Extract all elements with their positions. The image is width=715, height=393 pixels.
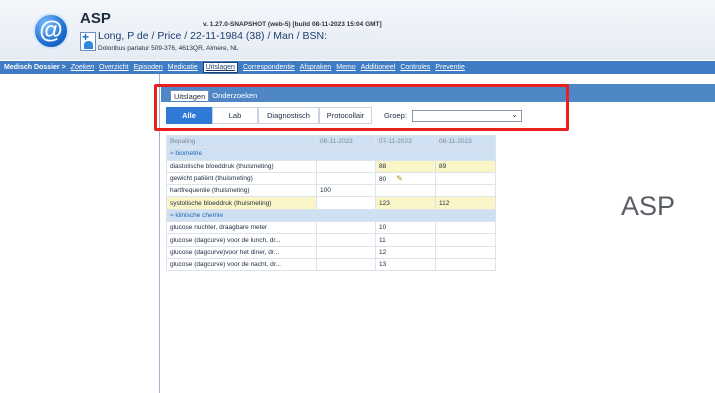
table-row[interactable]: glucose (dagcurve) voor de nacht, dr... … xyxy=(166,257,496,272)
row-value-2: 80 xyxy=(379,176,387,184)
nav-afspraken[interactable]: Afspraken xyxy=(300,64,332,71)
row-name: diastolische bloeddruk (thuismeting) xyxy=(166,159,317,173)
table-row[interactable]: glucose nuchter, draagbare meter 10 xyxy=(166,221,496,235)
nav-preventie[interactable]: Preventie xyxy=(435,64,465,71)
app-title: ASP xyxy=(80,10,111,27)
group-title[interactable]: ≈ biometrie xyxy=(166,147,496,161)
row-name: glucose (dagcurve) voor de nacht, dr... xyxy=(166,257,317,272)
group-title[interactable]: ≈ klinische chemie xyxy=(166,208,496,223)
row-value-2: 123 xyxy=(375,196,436,210)
row-value-2: 10 xyxy=(375,221,436,235)
row-value-1 xyxy=(316,159,376,173)
row-name: systolische bloeddruk (thuismeting) xyxy=(166,196,317,210)
at-sign-logo-icon: @ xyxy=(33,13,69,49)
row-value-1 xyxy=(316,245,376,259)
bsn-value: onbekend xyxy=(329,30,377,42)
nav-overzicht[interactable]: Overzicht xyxy=(99,64,129,71)
patient-line: Long, P de / Price / 22-11-1984 (38) / M… xyxy=(98,30,376,42)
nav-controles[interactable]: Controles xyxy=(400,64,430,71)
table-row[interactable]: diastolische bloeddruk (thuismeting) 88 … xyxy=(166,159,496,173)
row-value-2-cell: 80 ✎ xyxy=(375,171,436,186)
nav-memo[interactable]: Memo xyxy=(336,64,355,71)
group-row-klinische-chemie[interactable]: ≈ klinische chemie xyxy=(166,208,496,223)
nav-medisch-dossier[interactable]: Medisch Dossier > xyxy=(0,64,66,71)
row-value-1 xyxy=(316,233,376,247)
highlight-annotation-box xyxy=(154,84,569,131)
row-value-1 xyxy=(316,257,376,272)
results-table: Bepaling 08-11-2023 07-11-2023 06-11-202… xyxy=(166,134,496,272)
row-value-1 xyxy=(316,221,376,235)
nav-additioneel[interactable]: Additioneel xyxy=(361,64,396,71)
group-row-biometrie[interactable]: ≈ biometrie xyxy=(166,147,496,161)
row-value-2: 11 xyxy=(375,233,436,247)
patient-summary: Long, P de / Price / 22-11-1984 (38) / M… xyxy=(98,30,327,42)
nav-uitslagen[interactable]: Uitslagen xyxy=(202,62,238,73)
row-name: glucose nuchter, draagbare meter xyxy=(166,221,317,235)
row-value-3 xyxy=(435,245,496,259)
nav-correspondentie[interactable]: Correspondentie xyxy=(243,64,295,71)
app-window: @ ASP v. 1.27.0-SNAPSHOT (web-5) [build … xyxy=(0,0,715,393)
row-value-2: 13 xyxy=(375,257,436,272)
row-value-1 xyxy=(316,171,376,186)
add-patient-icon[interactable]: + xyxy=(80,31,96,51)
header: @ ASP v. 1.27.0-SNAPSHOT (web-5) [build … xyxy=(0,0,715,60)
table-row[interactable]: glucose (dagcurve)voor het diner, dr... … xyxy=(166,245,496,259)
row-value-3 xyxy=(435,184,496,198)
sidebar xyxy=(0,74,160,393)
row-value-2: 12 xyxy=(375,245,436,259)
asp-watermark: ASP xyxy=(621,191,676,221)
nav-medicatie[interactable]: Medicatie xyxy=(168,64,198,71)
main-navbar: Medisch Dossier > Zoeken Overzicht Episo… xyxy=(0,61,715,74)
row-value-2: 88 xyxy=(375,159,436,173)
header-bepaling[interactable]: Bepaling xyxy=(166,134,317,149)
row-name: gewicht patiënt (thuismeting) xyxy=(166,171,317,186)
row-value-3 xyxy=(435,257,496,272)
row-value-3 xyxy=(435,233,496,247)
table-row[interactable]: systolische bloeddruk (thuismeting) 123 … xyxy=(166,196,496,210)
header-date-2[interactable]: 07-11-2023 xyxy=(375,134,436,149)
row-name: hartfrequentie (thuismeting) xyxy=(166,184,317,198)
header-date-3[interactable]: 06-11-2023 xyxy=(435,134,496,149)
patient-address: Doloribus pariatur 509-376, 4613QR, Alme… xyxy=(98,45,239,52)
table-row[interactable]: gewicht patiënt (thuismeting) 80 ✎ xyxy=(166,171,496,186)
row-value-1: 100 xyxy=(316,184,376,198)
row-name: glucose (dagcurve) voor de lunch, dr... xyxy=(166,233,317,247)
table-row[interactable]: hartfrequentie (thuismeting) 100 xyxy=(166,184,496,198)
header-date-1[interactable]: 08-11-2023 xyxy=(316,134,376,149)
table-header-row: Bepaling 08-11-2023 07-11-2023 06-11-202… xyxy=(166,134,496,149)
nav-episoden[interactable]: Episoden xyxy=(134,64,163,71)
row-value-2 xyxy=(375,184,436,198)
version-info: v. 1.27.0-SNAPSHOT (web-5) [build 08-11-… xyxy=(203,21,382,28)
row-name: glucose (dagcurve)voor het diner, dr... xyxy=(166,245,317,259)
note-icon[interactable]: ✎ xyxy=(396,174,403,183)
row-value-3 xyxy=(435,221,496,235)
table-row[interactable]: glucose (dagcurve) voor de lunch, dr... … xyxy=(166,233,496,247)
nav-zoeken[interactable]: Zoeken xyxy=(71,64,94,71)
row-value-3: 112 xyxy=(435,196,496,210)
row-value-3: 89 xyxy=(435,159,496,173)
row-value-3 xyxy=(435,171,496,186)
row-value-1 xyxy=(316,196,376,210)
